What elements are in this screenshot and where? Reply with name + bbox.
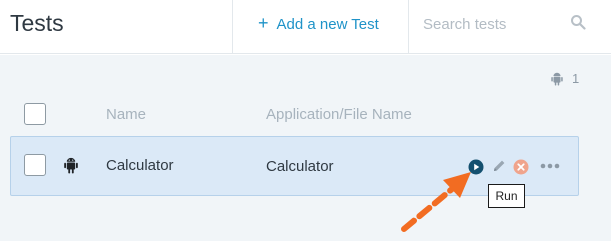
annotation-arrow-icon (401, 172, 471, 232)
select-all-checkbox[interactable] (24, 103, 46, 125)
column-header-application[interactable]: Application/File Name (266, 106, 412, 123)
run-tooltip: Run (488, 184, 525, 208)
delete-icon[interactable] (513, 159, 529, 175)
device-count: 1 (572, 71, 580, 86)
test-name: Calculator (106, 157, 174, 174)
more-icon[interactable] (540, 163, 560, 169)
device-filter[interactable]: 1 (551, 71, 579, 86)
table-header: Name Application/File Name (0, 103, 611, 129)
page-header: Tests + Add a new Test (0, 0, 611, 54)
test-list-panel: 1 Name Application/File Name Calculator … (0, 55, 611, 241)
android-icon (64, 157, 78, 174)
add-new-test-label: Add a new Test (276, 15, 379, 33)
column-header-name[interactable]: Name (106, 106, 146, 123)
header-divider (232, 0, 233, 54)
search-input[interactable] (423, 13, 573, 35)
edit-icon[interactable] (491, 158, 507, 174)
plus-icon: + (258, 13, 269, 33)
search-icon[interactable] (570, 14, 586, 30)
application-name: Calculator (266, 158, 334, 175)
page-title: Tests (10, 10, 64, 36)
add-new-test-button[interactable]: + Add a new Test (258, 13, 379, 35)
search-box (409, 0, 611, 54)
android-icon (551, 72, 563, 85)
row-checkbox[interactable] (24, 154, 46, 176)
